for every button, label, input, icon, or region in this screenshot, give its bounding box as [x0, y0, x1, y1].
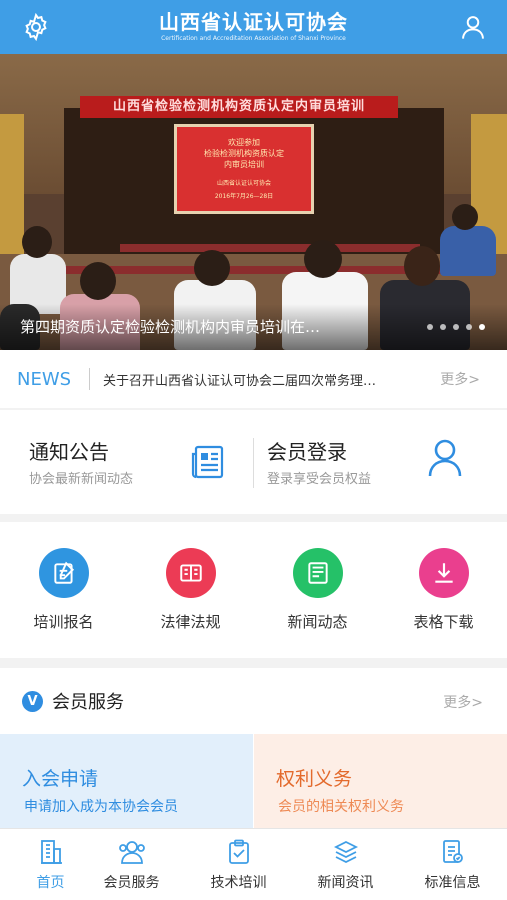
quick-links: 通知公告 协会最新新闻动态 会员登录 登录享受会员权益 — [0, 410, 507, 514]
quick-link-subtitle: 协会最新新闻动态 — [29, 472, 134, 487]
document-icon — [442, 840, 463, 863]
member-services-more-link[interactable]: 更多> — [443, 692, 483, 712]
carousel-dot-active[interactable] — [479, 324, 485, 330]
card-title: 权利义务 — [276, 768, 353, 790]
banner-photo-person — [304, 240, 342, 278]
clipboard-icon — [228, 839, 249, 864]
screen-org: 山西省认证认可协会 — [216, 180, 271, 187]
card-subtitle: 会员的相关权利义务 — [278, 799, 404, 815]
user-icon — [462, 16, 484, 39]
app-subtitle: Certification and Accreditation Associat… — [161, 35, 346, 42]
carousel-dot[interactable] — [466, 324, 472, 330]
news-headline[interactable]: 关于召开山西省认证认可协会二届四次常务理… — [103, 370, 413, 389]
download-icon — [434, 563, 453, 583]
join-application-card[interactable]: 入会申请 申请加入成为本协会会员 — [0, 734, 253, 828]
tab-label: 会员服务 — [103, 875, 160, 891]
category-label: 表格下载 — [413, 613, 474, 631]
settings-button[interactable] — [20, 11, 52, 43]
layers-icon — [333, 840, 358, 864]
banner-photo-person — [22, 226, 52, 258]
tab-news[interactable]: 新闻资讯 — [295, 839, 396, 892]
category-grid: 培训报名 法律法规 新闻动态 表格下载 — [0, 522, 507, 658]
building-icon — [40, 840, 62, 864]
screen-line: 欢迎参加 — [228, 138, 260, 147]
news-divider — [89, 368, 90, 390]
law-book-icon — [179, 564, 202, 582]
screen-line: 检验检测机构资质认定 — [204, 149, 284, 158]
screen-line: 内审员培训 — [224, 160, 264, 169]
quick-link-title: 会员登录 — [267, 440, 347, 464]
bottom-tab-bar: 首页 会员服务 技术培训 新闻资讯 标准信息 — [0, 828, 507, 900]
carousel-dot[interactable] — [440, 324, 446, 330]
header-title-block: 山西省认证认可协会 Certification and Accreditatio… — [159, 10, 348, 44]
tab-label: 标准信息 — [424, 875, 481, 891]
category-laws[interactable]: 法律法规 — [127, 548, 254, 632]
banner-photo-desk — [120, 244, 420, 252]
category-label: 新闻动态 — [287, 613, 348, 631]
banner-carousel[interactable]: 山西省检验检测机构资质认定内审员培训 欢迎参加 检验检测机构资质认定 内审员培训… — [0, 54, 507, 350]
banner-caption[interactable]: 第四期资质认定检验检测机构内审员培训在… — [20, 316, 380, 337]
category-icon-circle — [292, 548, 343, 598]
app-header: 山西省认证认可协会 Certification and Accreditatio… — [0, 0, 507, 54]
news-more-link[interactable]: 更多> — [440, 369, 480, 389]
app-title: 山西省认证认可协会 — [159, 10, 348, 34]
category-label: 培训报名 — [33, 613, 94, 631]
news-icon — [307, 562, 328, 584]
category-forms-download[interactable]: 表格下载 — [380, 548, 507, 632]
banner-photo-person — [452, 204, 478, 230]
category-icon-circle — [418, 548, 469, 598]
category-icon-circle — [165, 548, 216, 598]
tab-standards[interactable]: 标准信息 — [402, 839, 503, 892]
banner-photo-banner-text: 山西省检验检测机构资质认定内审员培训 — [80, 96, 398, 118]
category-icon-circle — [38, 548, 89, 598]
quick-link-member-login[interactable]: 会员登录 登录享受会员权益 — [254, 410, 507, 514]
news-ticker[interactable]: NEWS 关于召开山西省认证认可协会二届四次常务理… 更多> — [0, 350, 507, 408]
card-subtitle: 申请加入成为本协会会员 — [24, 799, 178, 815]
tab-member-services[interactable]: 会员服务 — [81, 839, 182, 892]
newspaper-icon — [191, 445, 224, 479]
quick-link-notices[interactable]: 通知公告 协会最新新闻动态 — [0, 410, 253, 514]
tab-label: 新闻资讯 — [317, 875, 374, 891]
carousel-indicator[interactable] — [427, 324, 485, 330]
tab-label: 技术培训 — [210, 875, 267, 891]
card-title: 入会申请 — [22, 768, 99, 790]
section-header: V 会员服务 — [22, 688, 124, 714]
user-icon — [428, 439, 462, 477]
banner-photo-screen: 欢迎参加 检验检测机构资质认定 内审员培训 山西省认证认可协会 2016年7月2… — [174, 124, 314, 214]
v-badge-icon: V — [22, 690, 43, 712]
edit-form-icon — [53, 561, 74, 584]
banner-photo-desk — [60, 266, 460, 274]
profile-button[interactable] — [457, 11, 489, 43]
gear-icon — [25, 12, 47, 42]
category-news[interactable]: 新闻动态 — [254, 548, 381, 632]
members-icon — [118, 841, 145, 864]
screen-date: 2016年7月26—28日 — [214, 193, 274, 200]
rights-duties-card[interactable]: 权利义务 会员的相关权利义务 — [254, 734, 507, 828]
banner-photo-person — [80, 262, 116, 300]
quick-link-subtitle: 登录享受会员权益 — [267, 472, 372, 487]
quick-link-title: 通知公告 — [29, 440, 109, 464]
section-title: 会员服务 — [52, 692, 124, 713]
member-services-section: V 会员服务 更多> 入会申请 申请加入成为本协会会员 权利义务 会员的相关权利… — [0, 668, 507, 828]
carousel-dot[interactable] — [427, 324, 433, 330]
category-training-signup[interactable]: 培训报名 — [0, 548, 127, 632]
news-tag: NEWS — [17, 368, 72, 390]
tab-technical-training[interactable]: 技术培训 — [188, 839, 289, 892]
category-label: 法律法规 — [160, 613, 221, 631]
banner-photo-person — [440, 226, 496, 276]
banner-photo-person — [194, 250, 230, 286]
banner-photo-person — [404, 246, 440, 286]
carousel-dot[interactable] — [453, 324, 459, 330]
